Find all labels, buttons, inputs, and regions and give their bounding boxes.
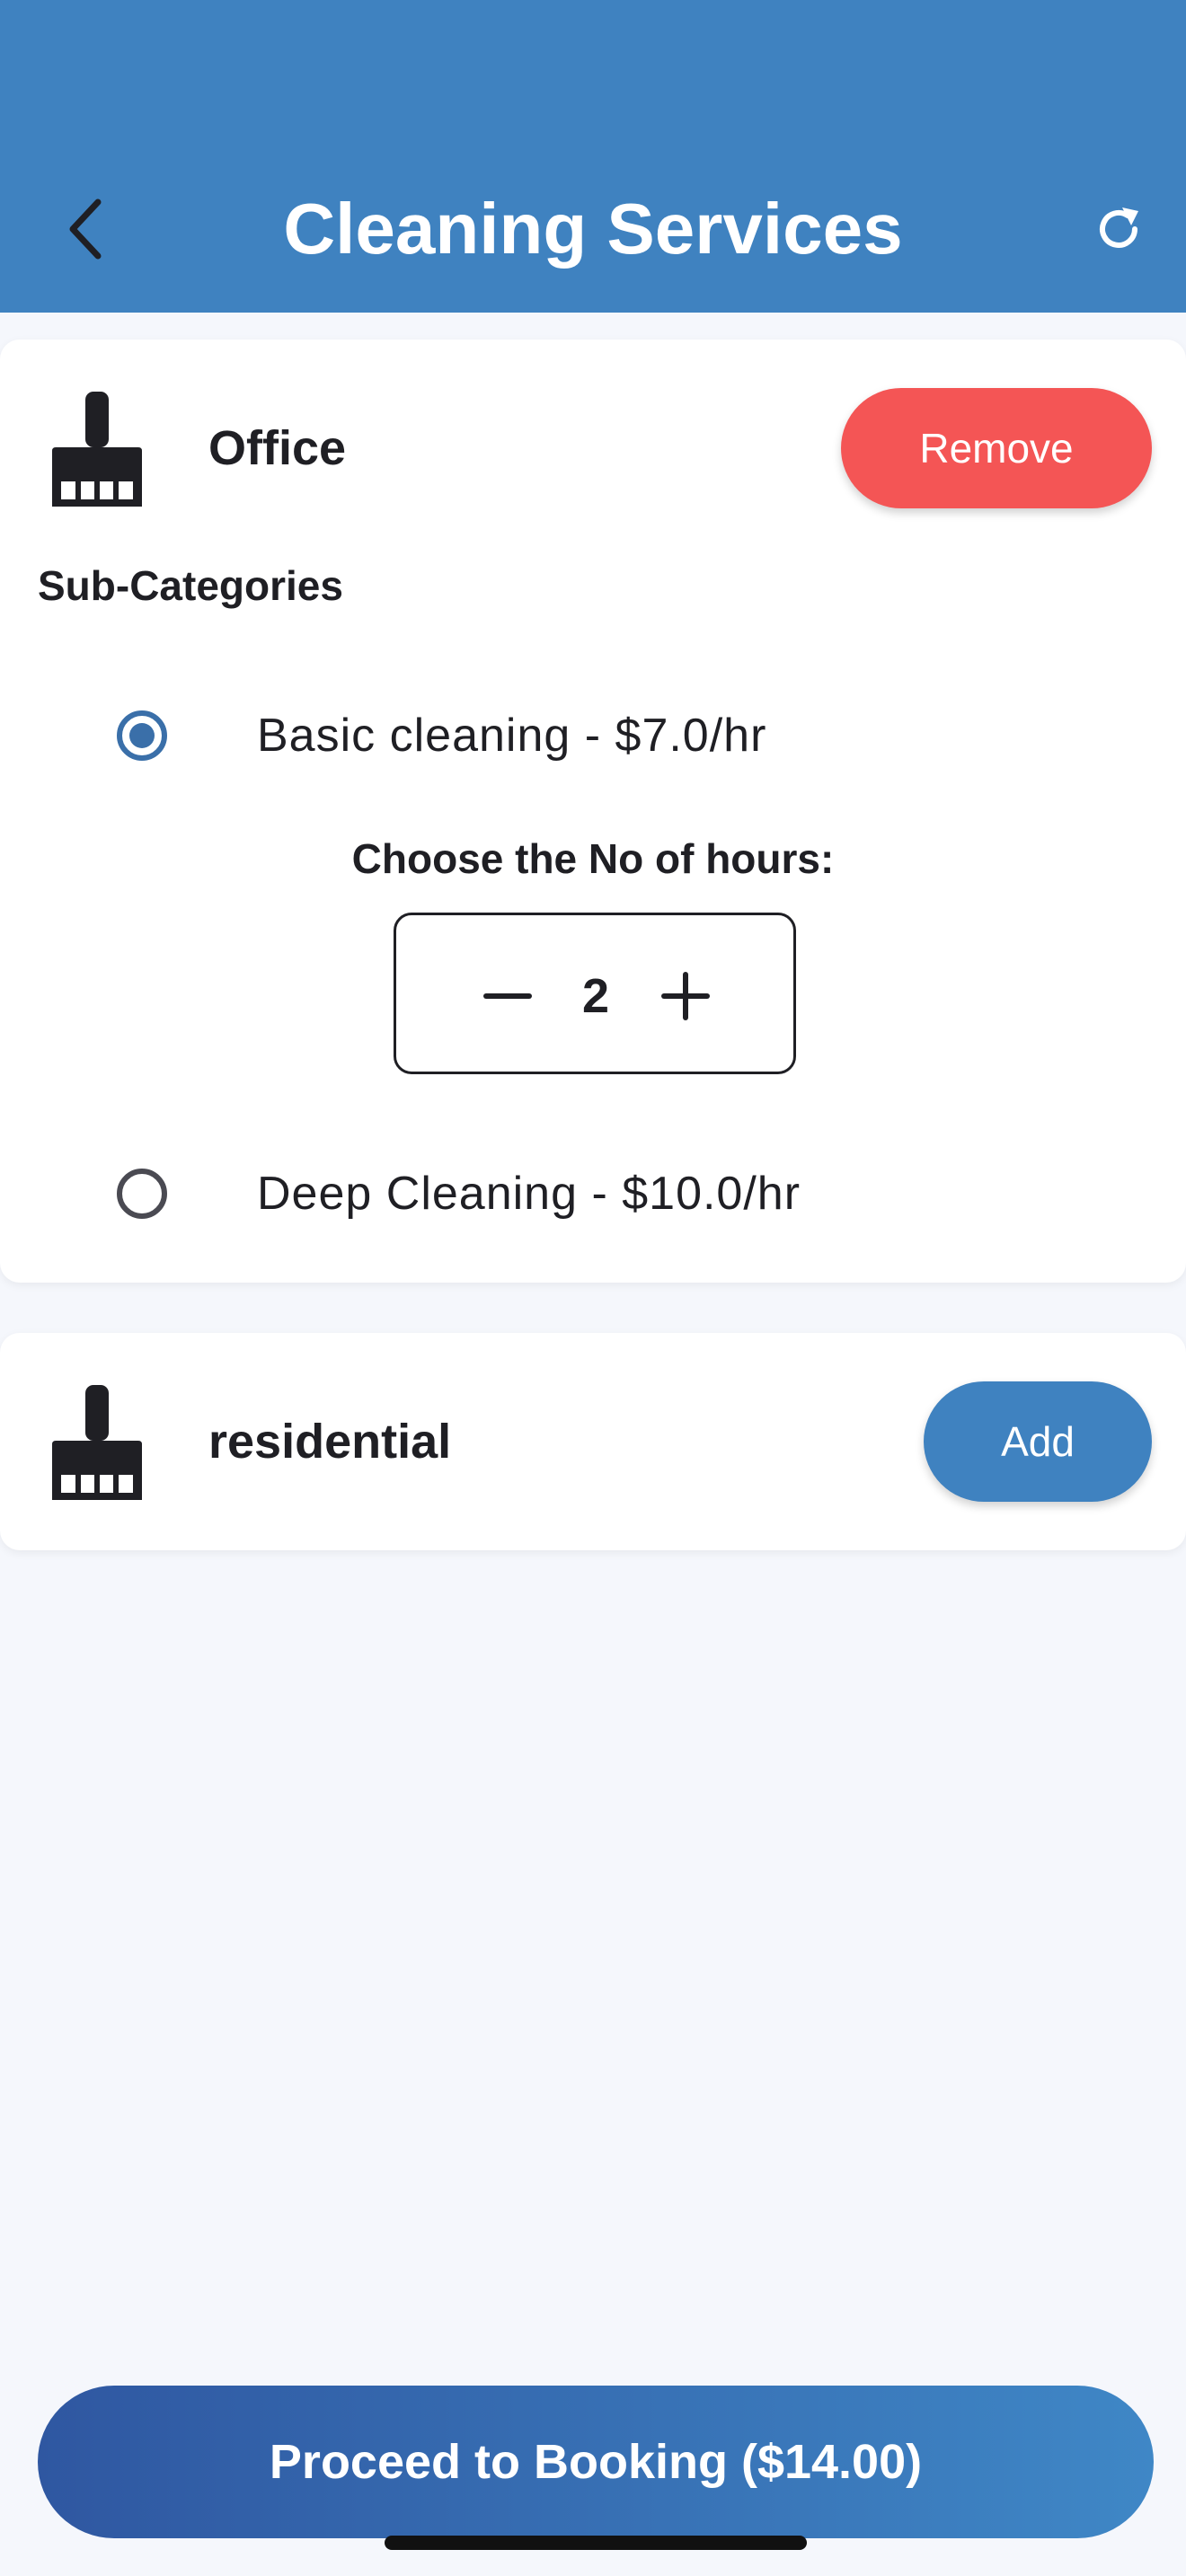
- sub-categories-label: Sub-Categories: [38, 562, 343, 609]
- proceed-button-label: Proceed to Booking ($14.00): [269, 2435, 923, 2489]
- category-name: residential: [208, 1415, 452, 1469]
- app-bar: Cleaning Services: [0, 0, 1186, 313]
- radio-unselected[interactable]: [117, 1169, 167, 1219]
- sub-category-basic-cleaning[interactable]: Basic cleaning - $7.0/hr: [117, 704, 766, 767]
- remove-button[interactable]: Remove: [841, 388, 1152, 508]
- page-title: Cleaning Services: [283, 189, 903, 269]
- refresh-button[interactable]: [1078, 193, 1159, 265]
- category-name: Office: [208, 421, 347, 475]
- minus-icon: [483, 993, 532, 999]
- category-card-office: Office Remove Sub-Categories Basic clean…: [0, 340, 1186, 1283]
- decrement-button[interactable]: [472, 960, 544, 1032]
- sub-category-deep-cleaning[interactable]: Deep Cleaning - $10.0/hr: [117, 1162, 801, 1225]
- broom-icon: [52, 1385, 142, 1500]
- radio-selected[interactable]: [117, 710, 167, 761]
- add-button-label: Add: [1001, 1418, 1075, 1465]
- add-button[interactable]: Add: [924, 1381, 1152, 1502]
- plus-icon: [661, 972, 710, 1020]
- broom-icon: [52, 392, 142, 507]
- sub-category-label: Basic cleaning - $7.0/hr: [257, 710, 767, 762]
- remove-button-label: Remove: [919, 425, 1074, 472]
- hours-label: Choose the No of hours:: [351, 835, 835, 882]
- category-card-residential: residential Add: [0, 1333, 1186, 1550]
- refresh-icon: [1100, 207, 1138, 248]
- home-indicator: [385, 2536, 807, 2550]
- increment-button[interactable]: [650, 960, 721, 1032]
- hours-value: 2: [581, 969, 610, 1023]
- sub-category-label: Deep Cleaning - $10.0/hr: [257, 1168, 801, 1220]
- proceed-to-booking-button[interactable]: Proceed to Booking ($14.00): [38, 2386, 1154, 2538]
- hours-stepper: 2: [394, 913, 796, 1074]
